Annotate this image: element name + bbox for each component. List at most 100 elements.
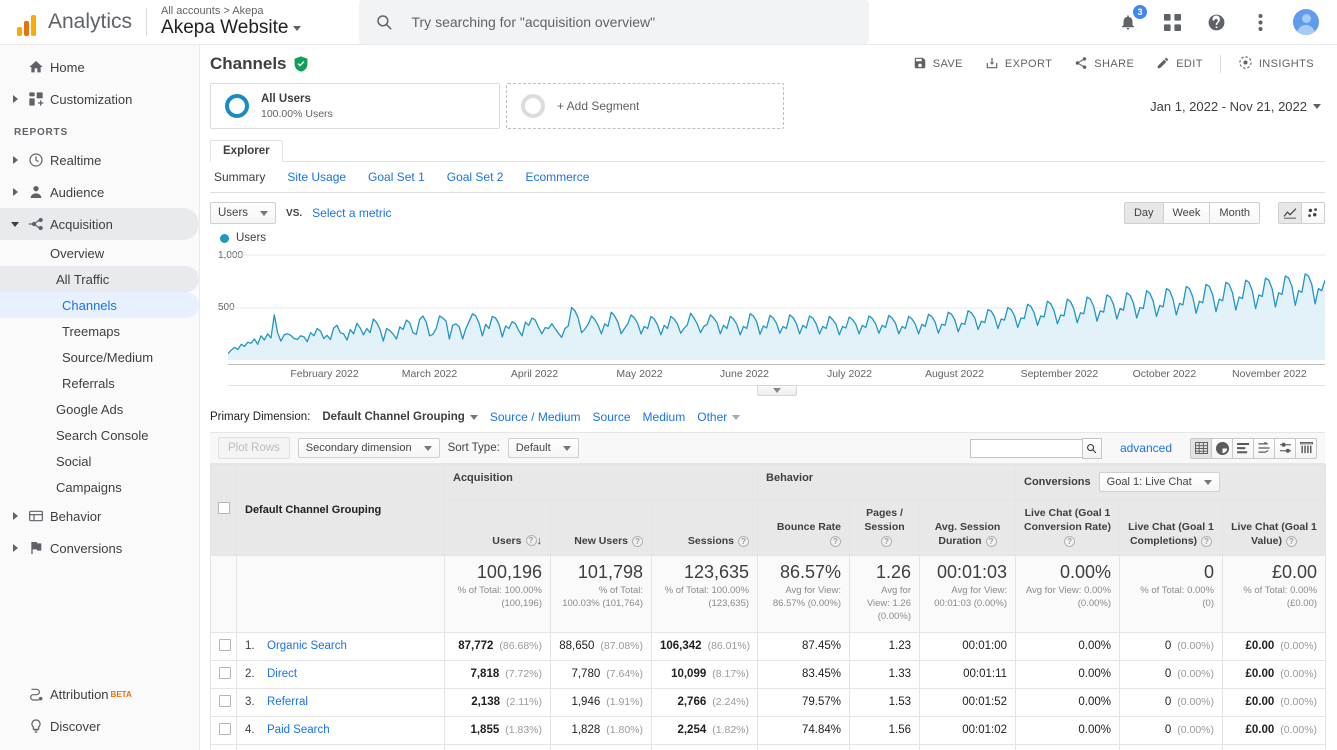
row-checkbox-cell[interactable]	[210, 659, 237, 689]
save-button[interactable]: SAVE	[902, 50, 974, 78]
dimension-link-other[interactable]: Other	[697, 410, 741, 424]
users-over-time-chart[interactable]	[227, 252, 1326, 362]
edit-button[interactable]: EDIT	[1145, 50, 1214, 78]
tab-summary[interactable]: Summary	[214, 170, 265, 184]
avatar[interactable]	[1293, 9, 1319, 35]
metric-select[interactable]: Users	[210, 202, 277, 224]
granularity-day-button[interactable]: Day	[1123, 202, 1164, 224]
help-icon[interactable]: ?	[1064, 536, 1076, 548]
help-icon[interactable]: ?	[1201, 536, 1213, 548]
bar-view-icon[interactable]	[1232, 437, 1254, 459]
sidebar-item-discover[interactable]: Discover	[0, 710, 200, 742]
tab-explorer[interactable]: Explorer	[210, 140, 283, 162]
export-button[interactable]: EXPORT	[974, 50, 1063, 78]
table-view-icon[interactable]	[1190, 437, 1212, 459]
sidebar-item-all-traffic[interactable]: All Traffic	[0, 266, 199, 292]
tab-ecommerce[interactable]: Ecommerce	[525, 170, 589, 184]
help-icon[interactable]: ?	[632, 536, 643, 548]
sort-type-select[interactable]: Default	[507, 438, 579, 458]
table-row[interactable]: 5.Social1,666(1.65%)1,580(1.55%)2,151(1.…	[210, 743, 1327, 750]
scatter-chart-icon[interactable]	[1301, 202, 1325, 224]
dimension-link-medium[interactable]: Medium	[643, 410, 686, 424]
sidebar-item-home[interactable]: Home	[0, 51, 199, 83]
plot-rows-button[interactable]: Plot Rows	[218, 437, 290, 459]
select-all-checkbox-cell[interactable]	[210, 464, 237, 556]
sidebar-item-treemaps[interactable]: Treemaps	[0, 318, 199, 344]
table-search-input[interactable]	[969, 438, 1082, 458]
line-chart-icon[interactable]	[1278, 202, 1302, 224]
sidebar-item-behavior[interactable]: Behavior	[0, 500, 199, 532]
apps-grid-icon[interactable]	[1161, 11, 1183, 33]
table-search-button[interactable]	[1081, 437, 1102, 459]
select-a-metric-link[interactable]: Select a metric	[312, 206, 391, 220]
channel-link[interactable]: Referral	[267, 696, 308, 708]
help-icon[interactable]: ?	[738, 536, 750, 548]
checkbox[interactable]	[219, 694, 231, 707]
channel-link[interactable]: Paid Search	[267, 724, 330, 736]
granularity-week-button[interactable]: Week	[1162, 202, 1211, 224]
tab-goal-set-1[interactable]: Goal Set 1	[368, 170, 425, 184]
column-header-completions[interactable]: Live Chat (Goal 1 Completions)?	[1119, 499, 1224, 556]
granularity-month-button[interactable]: Month	[1209, 202, 1260, 224]
account-selector[interactable]: All accounts > Akepa Akepa Website	[161, 5, 302, 39]
help-icon[interactable]: ?	[881, 536, 893, 548]
dimension-link-source[interactable]: Source	[593, 410, 631, 424]
sidebar-item-social[interactable]: Social	[0, 448, 199, 474]
column-header-sessions[interactable]: Sessions?	[650, 499, 759, 556]
tab-site-usage[interactable]: Site Usage	[287, 170, 346, 184]
notifications-icon[interactable]: 3	[1117, 5, 1147, 33]
search-bar[interactable]	[359, 0, 870, 44]
sidebar-item-source-medium[interactable]: Source/Medium	[0, 344, 199, 370]
share-button[interactable]: SHARE	[1063, 50, 1145, 78]
sidebar-item-customization[interactable]: Customization	[0, 83, 199, 115]
checkbox[interactable]	[219, 722, 231, 735]
secondary-dimension-select[interactable]: Secondary dimension	[297, 438, 440, 458]
scrubber-handle[interactable]	[756, 385, 797, 396]
more-options-icon[interactable]	[1249, 11, 1271, 33]
help-icon[interactable]: ?	[525, 535, 537, 547]
column-header-users[interactable]: Users? ↓	[444, 499, 551, 556]
checkbox[interactable]	[219, 666, 231, 679]
table-row[interactable]: 2. Direct 7,818 (7.72%) 7,780 (7.64%) 10,099 (8…	[210, 659, 1327, 689]
column-header-goal-value[interactable]: Live Chat (Goal 1 Value)?	[1222, 499, 1327, 556]
help-icon[interactable]	[1205, 11, 1227, 33]
segment-all-users[interactable]: All Users 100.00% Users	[210, 83, 500, 129]
sidebar-item-referrals[interactable]: Referrals	[0, 370, 199, 396]
sidebar-item-realtime[interactable]: Realtime	[0, 144, 199, 176]
pivot-view-icon[interactable]	[1274, 437, 1296, 459]
channel-link[interactable]: Organic Search	[267, 640, 347, 652]
help-icon[interactable]: ?	[1285, 536, 1297, 548]
comparison-view-icon[interactable]	[1253, 437, 1275, 459]
search-input[interactable]	[409, 13, 854, 31]
primary-dimension-select[interactable]: Default Channel Grouping	[322, 411, 478, 423]
sidebar-item-attribution[interactable]: Attribution BETA	[0, 678, 200, 710]
tab-goal-set-2[interactable]: Goal Set 2	[447, 170, 504, 184]
performance-view-icon[interactable]	[1295, 437, 1317, 459]
sidebar-item-google-ads[interactable]: Google Ads	[0, 396, 199, 422]
column-header-bounce-rate[interactable]: Bounce Rate?	[757, 499, 851, 556]
checkbox[interactable]	[217, 502, 230, 515]
column-header-avg-session-duration[interactable]: Avg. Session Duration?	[919, 499, 1017, 556]
help-icon[interactable]: ?	[985, 536, 997, 548]
row-checkbox-cell[interactable]	[210, 631, 237, 661]
dimension-link-source-medium[interactable]: Source / Medium	[490, 410, 581, 424]
date-range-selector[interactable]: Jan 1, 2022 - Nov 21, 2022	[1150, 83, 1325, 129]
dimension-column-header[interactable]: Default Channel Grouping	[236, 464, 445, 556]
checkbox[interactable]	[219, 638, 231, 651]
column-header-conversion-rate[interactable]: Live Chat (Goal 1 Conversion Rate)?	[1015, 499, 1121, 556]
sidebar-item-campaigns[interactable]: Campaigns	[0, 474, 199, 500]
sidebar-item-channels[interactable]: Channels	[0, 292, 199, 318]
table-row[interactable]: 3. Referral 2,138 (2.11%) 1,946 (1.91%) 2,766 (…	[210, 687, 1327, 717]
pie-view-icon[interactable]	[1211, 437, 1233, 459]
channel-link[interactable]: Direct	[267, 668, 297, 680]
advanced-link[interactable]: advanced	[1120, 441, 1172, 455]
chart-date-scrubber[interactable]	[228, 385, 1325, 396]
sidebar-item-search-console[interactable]: Search Console	[0, 422, 199, 448]
row-checkbox-cell[interactable]	[210, 715, 237, 745]
add-segment-button[interactable]: + Add Segment	[506, 83, 784, 129]
column-header-new-users[interactable]: New Users?	[550, 499, 652, 556]
row-checkbox-cell[interactable]	[210, 687, 237, 717]
sidebar-item-acquisition[interactable]: Acquisition	[0, 208, 199, 240]
sidebar-item-overview[interactable]: Overview	[0, 240, 199, 266]
help-icon[interactable]: ?	[830, 536, 842, 548]
